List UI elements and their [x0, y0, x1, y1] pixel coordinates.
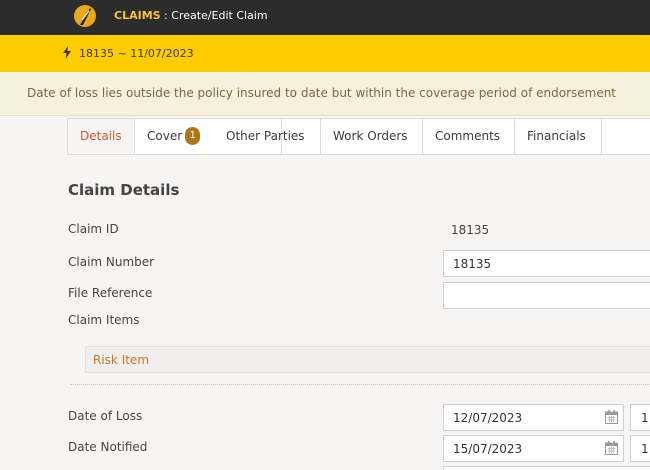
tab-other-parties-label: Other Parties [226, 129, 305, 143]
lightning-icon [63, 46, 71, 59]
claim-number-value: 18135 [453, 257, 492, 271]
claim-context-bar: 18135 ~ 11/07/2023 [0, 35, 650, 72]
time-of-loss-input[interactable]: 1 [630, 404, 650, 431]
claim-id-label: Claim ID [68, 222, 119, 236]
claim-reference: 18135 ~ 11/07/2023 [79, 47, 194, 60]
tab-work-orders-label: Work Orders [333, 129, 408, 143]
time-of-loss-value: 1 [641, 411, 649, 425]
date-notified-value: 15/07/2023 [453, 442, 523, 456]
claim-tabs: Details Cover 1 Other Parties Work Orders… [67, 118, 650, 155]
page-title: : Create/Edit Claim [160, 9, 268, 22]
calendar-icon[interactable] [605, 410, 618, 424]
warning-banner: Date of loss lies outside the policy ins… [0, 72, 650, 116]
time-notified-value: 1 [641, 442, 649, 456]
tab-financials-label: Financials [527, 129, 586, 143]
tab-financials[interactable]: Financials [515, 119, 602, 154]
cover-count-badge: 1 [185, 126, 201, 145]
date-of-loss-label: Date of Loss [68, 409, 143, 423]
date-notified-label: Date Notified [68, 440, 148, 454]
tab-details-label: Details [80, 129, 122, 143]
tab-comments[interactable]: Comments [423, 119, 515, 154]
claim-items-label: Claim Items [68, 313, 140, 327]
tab-details[interactable]: Details [68, 119, 135, 154]
tab-cover-label: Cover [147, 129, 183, 143]
claim-id-value: 18135 [451, 223, 490, 237]
tab-work-orders[interactable]: Work Orders [321, 119, 423, 154]
date-notified-input[interactable]: 15/07/2023 [443, 435, 624, 462]
app-title: CLAIMS : Create/Edit Claim [114, 9, 268, 22]
section-divider [70, 384, 650, 385]
tab-other-parties[interactable]: Other Parties [214, 119, 321, 154]
section-title: Claim Details [68, 181, 180, 199]
claim-number-label: Claim Number [68, 255, 155, 269]
app-logo[interactable] [74, 5, 96, 27]
claim-number-input[interactable]: 18135 [443, 250, 650, 277]
risk-item-link[interactable]: Risk Item [93, 353, 149, 367]
file-reference-label: File Reference [68, 286, 153, 300]
file-reference-input[interactable] [443, 282, 650, 309]
tab-comments-label: Comments [435, 129, 501, 143]
date-of-loss-value: 12/07/2023 [453, 411, 523, 425]
risk-item-panel[interactable]: Risk Item [85, 346, 650, 373]
time-notified-input[interactable]: 1 [630, 435, 650, 462]
date-of-loss-input[interactable]: 12/07/2023 [443, 404, 624, 431]
warning-message: Date of loss lies outside the policy ins… [27, 86, 617, 100]
module-name: CLAIMS [114, 9, 161, 22]
top-navigation-bar: CLAIMS : Create/Edit Claim [0, 0, 650, 35]
calendar-icon[interactable] [605, 441, 618, 455]
next-field-input[interactable] [443, 466, 650, 470]
